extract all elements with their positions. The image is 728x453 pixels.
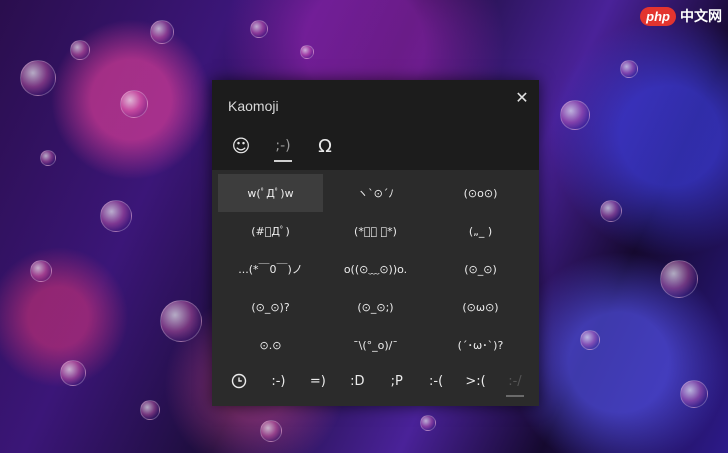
site-watermark: php 中文网 [640,6,722,26]
panel-header: Kaomoji ✕ ☺ ;-) Ω [212,80,539,170]
kaomoji-item[interactable]: ⊙.⊙ [218,326,323,364]
kaomoji-item[interactable]: (*ﾟ￣ ﾟ*) [323,212,428,250]
kaomoji-item[interactable]: ...(*￣0￣)ノ [218,250,323,288]
watermark-text: 中文网 [680,8,722,24]
tab-kaomoji[interactable]: ;-) [264,130,302,162]
category-sad[interactable]: :-( [419,367,453,395]
kaomoji-item[interactable]: w(ﾟДﾟ)w [218,174,323,212]
kaomoji-panel: Kaomoji ✕ ☺ ;-) Ω w(ﾟДﾟ)w ヽ`⊙´ﾉ (⊙o⊙) (#… [212,80,539,406]
tab-emoji[interactable]: ☺ [222,130,260,162]
category-angry[interactable]: >:( [459,367,493,395]
kaomoji-item[interactable]: (⊙ω⊙) [428,288,533,326]
kaomoji-category-bar: :-) =) :D ;P :-( >:( :-/ [222,366,532,397]
recent-clock-icon[interactable] [222,367,256,395]
category-tongue[interactable]: ;P [380,367,414,395]
kaomoji-item[interactable]: („_ ) [428,212,533,250]
tab-symbols[interactable]: Ω [306,130,344,162]
category-confused[interactable]: :-/ [498,367,532,397]
kaomoji-item[interactable]: o((⊙﹏⊙))o. [323,250,428,288]
kaomoji-item[interactable]: (⊙_⊙)? [218,288,323,326]
category-laugh[interactable]: :D [340,367,374,395]
category-happy[interactable]: :-) [261,367,295,395]
kaomoji-item[interactable]: (#ﾟДﾟ) [218,212,323,250]
kaomoji-item[interactable]: (´･ω･`)? [428,326,533,364]
watermark-logo: php [640,6,676,26]
close-icon[interactable]: ✕ [511,86,533,108]
kaomoji-item[interactable]: ヽ`⊙´ﾉ [323,174,428,212]
kaomoji-item[interactable]: ¯\(°_o)/¯ [323,326,428,364]
kaomoji-item[interactable]: (⊙o⊙) [428,174,533,212]
kaomoji-item[interactable]: (⊙_⊙) [428,250,533,288]
category-smile[interactable]: =) [301,367,335,395]
kaomoji-item[interactable]: (⊙_⊙;) [323,288,428,326]
panel-title: Kaomoji [228,98,279,114]
clock-icon [231,373,247,389]
kaomoji-grid: w(ﾟДﾟ)w ヽ`⊙´ﾉ (⊙o⊙) (#ﾟДﾟ) (*ﾟ￣ ﾟ*) („_ … [218,174,533,364]
category-tabs: ☺ ;-) Ω [222,130,344,162]
